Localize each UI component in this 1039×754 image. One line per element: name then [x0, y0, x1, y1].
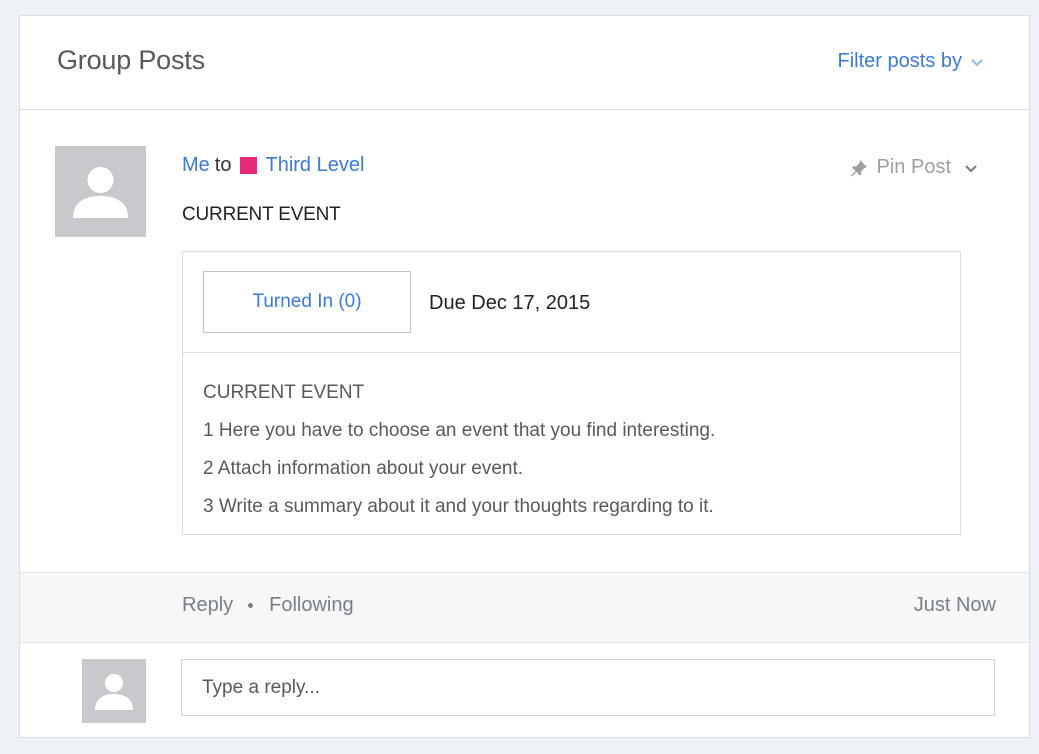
post-actions: Reply Following — [182, 594, 354, 617]
group-link[interactable]: Third Level — [265, 154, 364, 177]
assignment-line: 2 Attach information about your event. — [203, 458, 524, 479]
panel-header: Group Posts Filter posts by — [20, 16, 1029, 110]
filter-posts-dropdown[interactable]: Filter posts by — [838, 50, 986, 73]
turned-in-button[interactable]: Turned In (0) — [203, 271, 411, 333]
pin-icon — [850, 159, 867, 176]
following-link[interactable]: Following — [269, 594, 353, 617]
post-timestamp: Just Now — [913, 594, 996, 616]
chevron-down-icon — [971, 58, 983, 66]
author-link[interactable]: Me — [182, 154, 210, 177]
post-title: CURRENT EVENT — [182, 204, 341, 225]
group-color-swatch — [240, 157, 258, 174]
to-word: to — [214, 154, 232, 176]
assignment-header: Turned In (0) Due Dec 17, 2015 — [183, 252, 960, 353]
reply-input[interactable] — [181, 659, 995, 716]
bullet-separator — [248, 603, 254, 608]
assignment-card: Turned In (0) Due Dec 17, 2015 CURRENT E… — [182, 251, 961, 535]
user-placeholder-icon — [82, 659, 146, 723]
page-title: Group Posts — [57, 45, 205, 75]
pin-post-button[interactable]: Pin Post — [849, 156, 979, 179]
due-date: Due Dec 17, 2015 — [429, 292, 591, 314]
assignment-line: 1 Here you have to choose an event that … — [203, 420, 716, 441]
group-posts-panel: Group Posts Filter posts by Me to Third … — [19, 15, 1030, 738]
author-avatar[interactable] — [55, 146, 146, 237]
assignment-line: 3 Write a summary about it and your thou… — [203, 496, 714, 517]
assignment-description: CURRENT EVENT 1 Here you have to choose … — [203, 374, 715, 526]
post-meta: Me to Third Level — [182, 154, 364, 177]
reply-link[interactable]: Reply — [182, 594, 233, 617]
post-footer: Reply Following Just Now — [20, 572, 1029, 643]
pin-post-label: Pin Post — [876, 156, 951, 178]
chevron-down-icon[interactable] — [963, 160, 979, 176]
filter-posts-label: Filter posts by — [837, 50, 962, 72]
assignment-line: CURRENT EVENT — [203, 382, 365, 403]
user-placeholder-icon — [55, 146, 146, 237]
current-user-avatar — [82, 659, 146, 723]
post: Me to Third Level CURRENT EVENT Pin Post… — [20, 110, 1029, 572]
reply-row — [20, 643, 1029, 737]
